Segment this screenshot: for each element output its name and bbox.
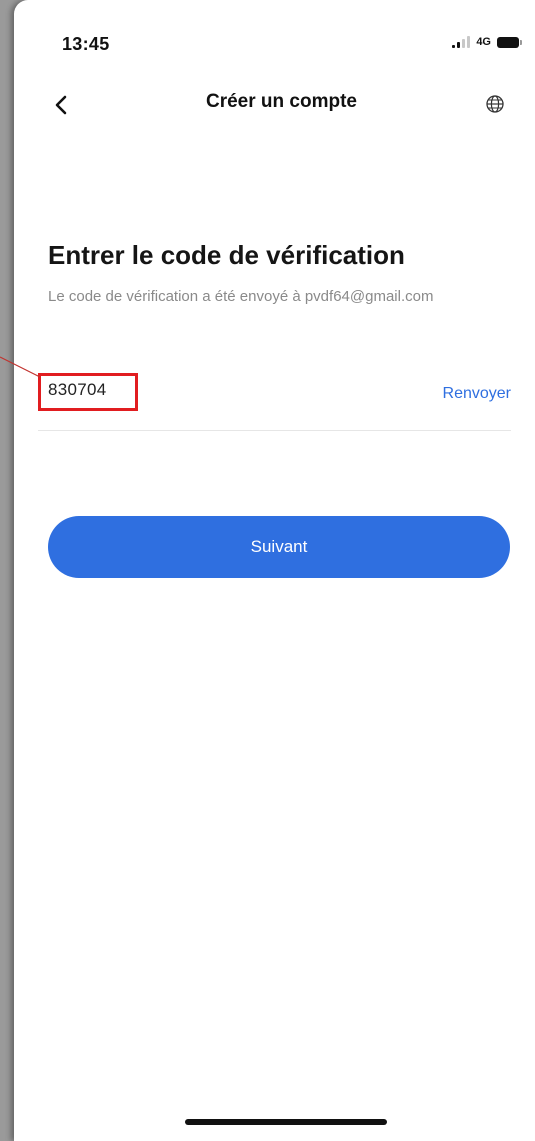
globe-icon — [486, 95, 504, 113]
signal-icon — [452, 36, 471, 48]
status-time: 13:45 — [62, 34, 110, 54]
verification-code-input[interactable]: 830704 — [48, 380, 107, 400]
resend-link[interactable]: Renvoyer — [443, 385, 511, 403]
page-title: Créer un compte — [206, 91, 357, 112]
status-indicators: 4G — [452, 36, 522, 48]
battery-icon — [497, 36, 522, 48]
home-indicator — [185, 1119, 387, 1125]
phone-screen: 13:45 4G Créer un compte Entrer le code … — [14, 0, 535, 1141]
verification-subtitle: Le code de vérification a été envoyé à p… — [48, 288, 434, 305]
language-button[interactable] — [485, 94, 505, 114]
verification-heading: Entrer le code de vérification — [48, 240, 405, 270]
next-button[interactable]: Suivant — [48, 516, 510, 578]
code-input-row: 830704 Renvoyer — [38, 370, 511, 431]
network-type: 4G — [476, 36, 491, 48]
